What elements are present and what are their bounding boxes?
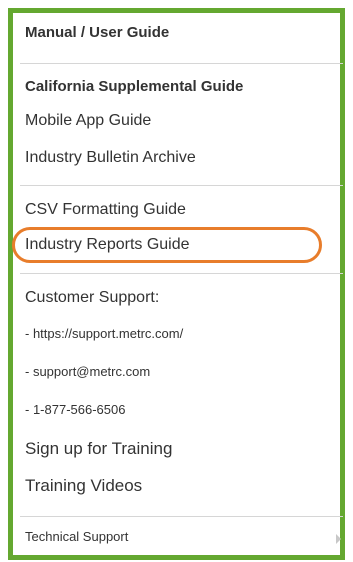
menu-item-technical-support[interactable]: Technical Support [25,529,343,544]
menu-item-sign-up-for-training[interactable]: Sign up for Training [25,439,343,459]
support-url-link[interactable]: - https://support.metrc.com/ [25,326,343,341]
menu-item-csv-formatting-guide[interactable]: CSV Formatting Guide [25,201,343,219]
support-phone: - 1-877-566-6506 [25,402,126,417]
menu-header: Manual / User Guide [25,24,170,41]
divider [20,516,343,517]
chevron-right-icon [336,534,341,544]
divider [20,273,343,274]
customer-support-heading: Customer Support: [25,289,160,306]
menu-item-california-supplemental-guide[interactable]: California Supplemental Guide [25,78,343,95]
menu-item-mobile-app-guide[interactable]: Mobile App Guide [25,112,343,130]
support-email-link[interactable]: - support@metrc.com [25,364,343,379]
menu-item-industry-reports-guide[interactable]: Industry Reports Guide [25,236,343,254]
menu-item-industry-bulletin-archive[interactable]: Industry Bulletin Archive [25,149,343,167]
menu-item-training-videos[interactable]: Training Videos [25,476,343,496]
divider [20,63,343,64]
divider [20,185,343,186]
